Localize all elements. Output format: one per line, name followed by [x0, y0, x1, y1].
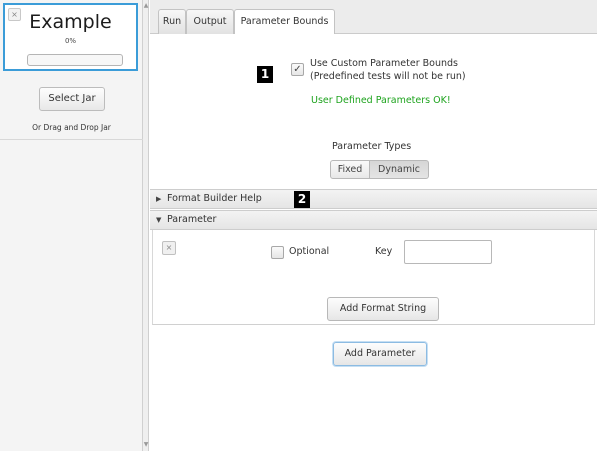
key-label: Key: [375, 246, 393, 257]
vertical-scrollbar[interactable]: ▲ ▼: [143, 0, 149, 451]
drag-drop-hint: Or Drag and Drop Jar: [32, 123, 111, 132]
key-input[interactable]: [404, 240, 492, 264]
parameter-bounds-panel: 1 ✓ Use Custom Parameter Bounds (Predefi…: [150, 34, 597, 451]
parameter-label: Parameter: [167, 214, 217, 225]
left-panel: × Example 0% Select Jar Or Drag and Drop…: [0, 0, 143, 451]
tab-bar: Run Output Parameter Bounds: [150, 0, 597, 35]
format-builder-help-label: Format Builder Help: [167, 193, 262, 204]
annotation-marker-1: 1: [257, 66, 273, 83]
scroll-down-icon[interactable]: ▼: [143, 440, 149, 450]
select-jar-button[interactable]: Select Jar: [39, 87, 105, 111]
chevron-down-icon: ▼: [156, 216, 162, 224]
scroll-up-icon[interactable]: ▲: [143, 1, 149, 11]
card-percent: 0%: [64, 37, 77, 45]
use-custom-bounds-line1: Use Custom Parameter Bounds: [310, 58, 458, 69]
add-format-string-button[interactable]: Add Format String: [327, 297, 439, 321]
tab-run[interactable]: Run: [158, 9, 186, 34]
card-title: Example: [29, 11, 112, 33]
chevron-right-icon: ▶: [156, 195, 162, 203]
use-custom-bounds-checkbox[interactable]: ✓: [291, 63, 304, 76]
parameter-types-label: Parameter Types: [332, 141, 412, 152]
add-parameter-button[interactable]: Add Parameter: [333, 342, 427, 366]
status-message: User Defined Parameters OK!: [311, 95, 451, 106]
optional-checkbox[interactable]: [271, 246, 284, 259]
left-divider: [0, 139, 143, 140]
parameter-header[interactable]: ▼ Parameter: [150, 210, 597, 230]
tab-output[interactable]: Output: [186, 9, 234, 34]
parameter-type-dynamic[interactable]: Dynamic: [369, 160, 429, 179]
format-builder-help-header[interactable]: ▶ Format Builder Help: [150, 189, 597, 209]
use-custom-bounds-line2: (Predefined tests will not be run): [310, 71, 466, 82]
tab-parameter-bounds[interactable]: Parameter Bounds: [234, 9, 335, 35]
optional-label: Optional: [289, 246, 330, 257]
card-progress-bar: [27, 54, 123, 66]
jar-card[interactable]: × Example 0%: [3, 3, 138, 71]
parameter-type-fixed[interactable]: Fixed: [330, 160, 370, 179]
parameter-body: × Optional Key Add Format String: [152, 230, 595, 325]
use-custom-bounds-label: Use Custom Parameter Bounds (Predefined …: [310, 57, 466, 83]
parameter-close-icon[interactable]: ×: [162, 241, 176, 255]
annotation-marker-2: 2: [294, 191, 310, 208]
